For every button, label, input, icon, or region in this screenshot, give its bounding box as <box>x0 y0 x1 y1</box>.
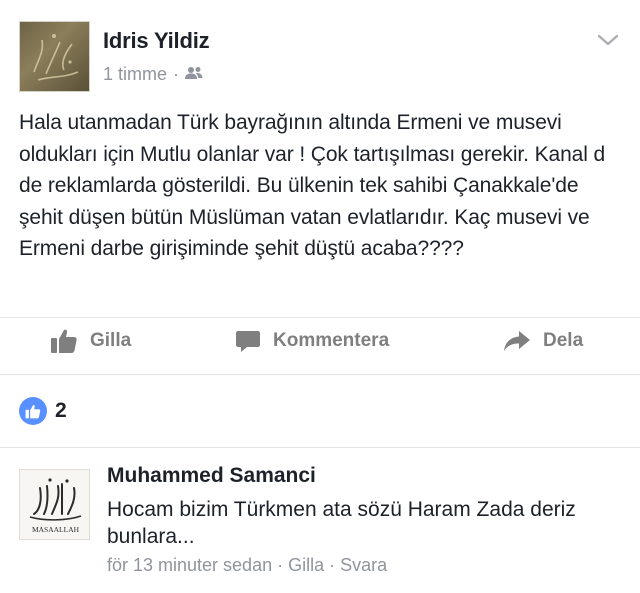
like-button[interactable]: Gilla <box>50 326 131 356</box>
calligraphy-image <box>33 34 79 81</box>
post-meta: 1 timme · <box>103 64 203 85</box>
comment-meta: för 13 minuter sedan · Gilla · Svara <box>107 555 387 576</box>
commenter-avatar[interactable]: MASAALLAH <box>19 469 90 540</box>
comment-reply-link[interactable]: Svara <box>340 555 387 576</box>
share-button-label: Dela <box>543 330 584 351</box>
comment-text: Hocam bizim Türkmen ata sözü Haram Zada … <box>107 498 576 548</box>
friends-icon[interactable] <box>185 64 203 85</box>
comment-author-name[interactable]: Muhammed Samanci <box>107 464 316 488</box>
reactions-summary[interactable]: 2 <box>19 396 67 426</box>
post-author-name[interactable]: Idris Yildiz <box>103 28 210 54</box>
thumbs-up-icon <box>51 329 77 353</box>
author-avatar[interactable] <box>19 21 90 92</box>
meta-separator: · <box>173 64 180 84</box>
chevron-down-icon[interactable] <box>595 30 621 50</box>
post-timestamp[interactable]: 1 timme <box>103 64 167 85</box>
like-button-label: Gilla <box>90 330 132 351</box>
share-button[interactable]: Dela <box>503 326 583 356</box>
comment-button[interactable]: Kommentera <box>235 326 389 356</box>
divider <box>0 374 640 375</box>
calligraphy-logo-image: MASAALLAH <box>29 478 82 534</box>
comment-timestamp[interactable]: för 13 minuter sedan <box>107 555 272 576</box>
post-body-text: Hala utanmadan Türk bayrağının altında E… <box>19 111 606 260</box>
comment-like-link[interactable]: Gilla <box>288 555 324 576</box>
post-header: Idris Yildiz 1 timme · <box>0 0 640 100</box>
comment: MASAALLAH Muhammed Samanci Hocam bizim T… <box>0 460 640 590</box>
comment-button-label: Kommentera <box>273 330 390 351</box>
comment-icon <box>236 331 260 352</box>
avatar-caption: MASAALLAH <box>32 525 80 534</box>
reaction-count: 2 <box>55 399 67 422</box>
share-arrow-icon <box>504 331 530 351</box>
like-icon <box>19 397 47 425</box>
post-actions-bar: Gilla Kommentera Dela <box>0 318 640 364</box>
meta-separator: · <box>277 555 284 575</box>
divider <box>0 447 640 448</box>
meta-separator: · <box>329 555 336 575</box>
